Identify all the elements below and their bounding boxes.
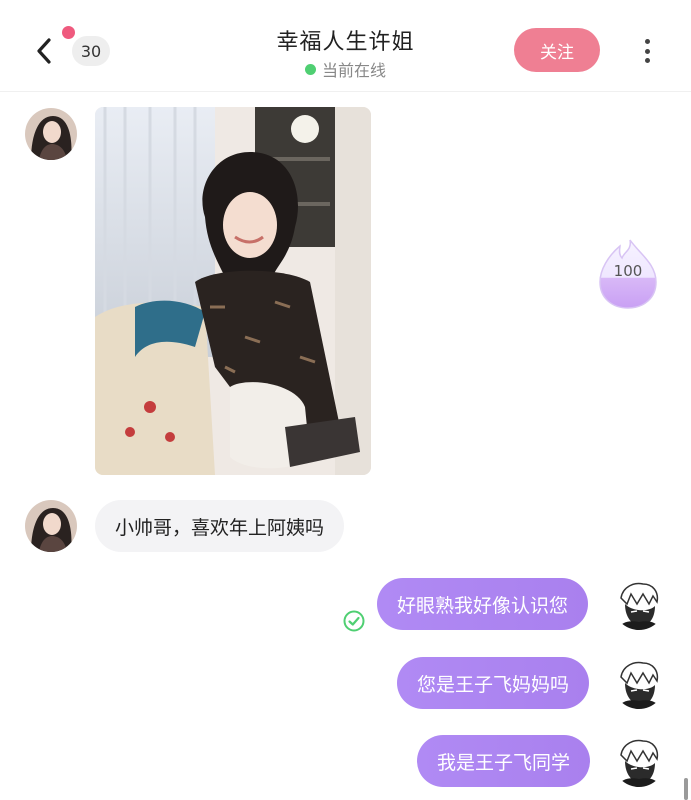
read-check-icon: [343, 610, 365, 632]
outgoing-message[interactable]: 您是王子飞妈妈吗: [397, 657, 590, 709]
more-dot: [644, 48, 650, 54]
contact-avatar[interactable]: [25, 108, 77, 160]
sketch-avatar-icon: [613, 578, 665, 630]
sketch-avatar-icon: [613, 735, 665, 787]
contact-avatar[interactable]: [25, 500, 77, 552]
scrollbar[interactable]: [684, 778, 688, 800]
heat-value: 100: [613, 262, 643, 280]
woman-avatar-icon: [25, 500, 77, 552]
outgoing-message[interactable]: 好眼熟我好像认识您: [377, 578, 589, 630]
outgoing-message[interactable]: 我是王子飞同学: [417, 735, 591, 787]
my-avatar[interactable]: [613, 578, 665, 630]
online-dot-icon: [304, 63, 316, 75]
chat-header: 30 幸福人生许姐 当前在线 关注: [0, 0, 691, 92]
image-message[interactable]: [95, 107, 371, 475]
sketch-avatar-icon: [613, 657, 665, 709]
woman-photo-image: [95, 107, 371, 475]
online-status-text: 当前在线: [321, 61, 386, 80]
more-dot: [644, 58, 650, 63]
my-avatar[interactable]: [613, 735, 665, 787]
more-dot: [644, 39, 650, 44]
woman-avatar-icon: [25, 108, 77, 160]
follow-button[interactable]: 关注: [514, 28, 600, 72]
more-vertical-icon[interactable]: [634, 36, 660, 66]
incoming-message[interactable]: 小帅哥，喜欢年上阿姨吗: [95, 500, 345, 552]
my-avatar[interactable]: [613, 657, 665, 709]
